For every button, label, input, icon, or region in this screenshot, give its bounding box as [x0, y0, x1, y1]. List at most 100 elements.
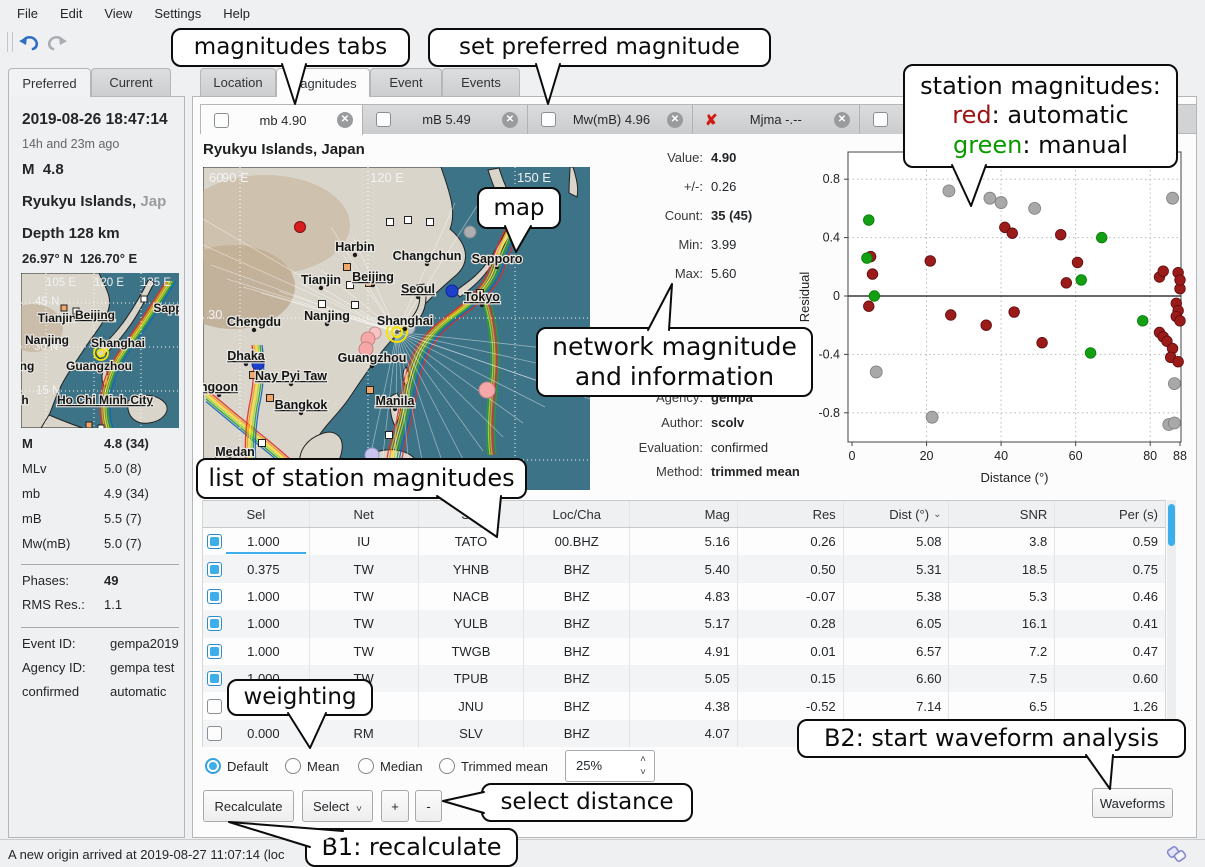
weighting-radio-median[interactable]: Median	[358, 758, 423, 774]
station-residual-point-unused[interactable]	[1167, 192, 1179, 204]
station-enabled-checkbox[interactable]	[207, 671, 222, 686]
menu-edit[interactable]: Edit	[49, 2, 93, 25]
cell-mag: 5.17	[630, 610, 738, 637]
menu-file[interactable]: File	[6, 2, 49, 25]
station-residual-point-unused[interactable]	[870, 366, 882, 378]
column-header-snr[interactable]: SNR	[949, 501, 1055, 527]
station-enabled-checkbox[interactable]	[207, 589, 222, 604]
tab-events[interactable]: Events	[442, 68, 520, 96]
tab-location[interactable]: Location	[200, 68, 276, 96]
magtab-mjma-[interactable]: ✘Mjma -.--✕	[693, 105, 860, 134]
magnitude-list-item[interactable]: MLv5.0 (8)	[22, 461, 47, 476]
map-city-label: Nay Pyi Taw	[255, 369, 327, 383]
station-residual-point-unused[interactable]	[926, 411, 938, 423]
station-enabled-checkbox[interactable]	[207, 562, 222, 577]
magtab-mw-mb-4-96[interactable]: Mw(mB) 4.96✕	[528, 105, 693, 134]
station-row-twgb[interactable]: 1.000TWTWGBBHZ4.910.016.577.20.47	[203, 638, 1165, 665]
station-residual-point-automatic[interactable]	[1158, 266, 1169, 277]
station-enabled-checkbox[interactable]	[207, 726, 222, 741]
tab-event[interactable]: Event	[370, 68, 442, 96]
column-header-mag[interactable]: Mag	[630, 501, 738, 527]
weighting-radio-trimmed-mean[interactable]: Trimmed mean	[439, 758, 548, 774]
magtab-mb-5-49[interactable]: mB 5.49✕	[363, 105, 528, 134]
magnitude-list-item[interactable]: mb4.9 (34)	[22, 486, 40, 501]
weighting-radio-mean[interactable]: Mean	[285, 758, 340, 774]
station-residual-point-unused[interactable]	[1168, 417, 1180, 429]
tab-preferred[interactable]: Preferred	[8, 68, 91, 97]
station-enabled-checkbox[interactable]	[207, 534, 222, 549]
column-header-res[interactable]: Res	[738, 501, 844, 527]
station-residual-point-unused[interactable]	[995, 197, 1007, 209]
tab-magnitudes[interactable]: Magnitudes	[276, 68, 370, 97]
close-icon[interactable]: ✕	[667, 112, 683, 128]
decrease-distance-button[interactable]: -	[415, 790, 442, 822]
column-header-loccha[interactable]: Loc/Cha	[524, 501, 630, 527]
tab-current[interactable]: Current	[91, 68, 171, 96]
magnitude-list-item[interactable]: M4.8 (34)	[22, 436, 33, 451]
table-scrollbar[interactable]	[1167, 500, 1176, 747]
table-scrollbar-thumb[interactable]	[1168, 504, 1175, 546]
toolbar-grip[interactable]	[7, 32, 13, 52]
close-icon[interactable]: ✕	[834, 112, 850, 128]
preferred-magnitude-checkbox[interactable]	[873, 112, 888, 127]
station-residual-point-unused[interactable]	[1029, 202, 1041, 214]
station-residual-point-manual[interactable]	[863, 215, 874, 226]
column-header-pers[interactable]: Per (s)	[1055, 501, 1165, 527]
station-residual-point-automatic[interactable]	[1175, 275, 1186, 286]
preferred-magnitude-checkbox[interactable]	[541, 112, 556, 127]
station-residual-point-automatic[interactable]	[925, 256, 936, 267]
station-residual-point-automatic[interactable]	[1175, 316, 1186, 327]
station-residual-point-manual[interactable]	[1137, 316, 1148, 327]
menu-view[interactable]: View	[93, 2, 143, 25]
station-enabled-checkbox[interactable]	[207, 644, 222, 659]
station-residual-point-automatic[interactable]	[1072, 257, 1083, 268]
station-residual-point-manual[interactable]	[869, 291, 880, 302]
station-residual-point-manual[interactable]	[862, 253, 873, 264]
trim-percent-spinner[interactable]: 25% ˄˅	[565, 750, 655, 782]
undo-button[interactable]	[16, 29, 42, 55]
station-enabled-checkbox[interactable]	[207, 699, 222, 714]
increase-distance-button[interactable]: +	[381, 790, 409, 822]
magtab-mb-4-90[interactable]: mb 4.90✕	[201, 105, 363, 135]
menu-help[interactable]: Help	[212, 2, 261, 25]
station-residual-point-automatic[interactable]	[863, 301, 874, 312]
column-header-dist[interactable]: Dist (°)⌄	[844, 501, 950, 527]
spinner-arrows[interactable]: ˄˅	[640, 753, 646, 779]
recalculate-button[interactable]: Recalculate	[203, 790, 294, 822]
station-residual-point-manual[interactable]	[1076, 275, 1087, 286]
station-residual-point-automatic[interactable]	[1055, 229, 1066, 240]
residual-plot[interactable]: 0.80.40-0.4-0.802040608088ResidualDistan…	[795, 140, 1197, 497]
menu-settings[interactable]: Settings	[143, 2, 212, 25]
station-residual-point-automatic[interactable]	[867, 269, 878, 280]
station-residual-point-unused[interactable]	[943, 185, 955, 197]
station-residual-point-unused[interactable]	[984, 192, 996, 204]
station-row-nacb[interactable]: 1.000TWNACBBHZ4.83-0.075.385.30.46	[203, 583, 1165, 610]
station-residual-point-manual[interactable]	[1085, 348, 1096, 359]
magnitude-list-item[interactable]: mB5.5 (7)	[22, 511, 42, 526]
preferred-magnitude-checkbox[interactable]	[376, 112, 391, 127]
weighting-radio-default[interactable]: Default	[205, 758, 268, 774]
station-residual-point-automatic[interactable]	[1009, 307, 1020, 318]
station-residual-point-unused[interactable]	[1168, 378, 1180, 390]
station-residual-point-automatic[interactable]	[981, 320, 992, 331]
station-row-tato[interactable]: 1.000IUTATO00.BHZ5.160.265.083.80.59	[203, 528, 1165, 555]
station-row-yulb[interactable]: 1.000TWYULBBHZ5.170.286.0516.10.41	[203, 610, 1165, 637]
station-residual-point-automatic[interactable]	[1061, 278, 1072, 289]
preferred-magnitude-checkbox[interactable]	[214, 113, 229, 128]
station-residual-point-automatic[interactable]	[1007, 228, 1018, 239]
column-header-net[interactable]: Net	[310, 501, 419, 527]
column-header-sel[interactable]: Sel	[203, 501, 310, 527]
close-icon[interactable]: ✕	[337, 112, 353, 128]
column-header-sta[interactable]: Sta	[419, 501, 525, 527]
station-enabled-checkbox[interactable]	[207, 616, 222, 631]
station-row-yhnb[interactable]: 0.375TWYHNBBHZ5.400.505.3118.50.75	[203, 555, 1165, 582]
magnitude-list-item[interactable]: Mw(mB)5.0 (7)	[22, 536, 70, 551]
station-residual-point-automatic[interactable]	[945, 310, 956, 321]
redo-button[interactable]	[44, 29, 70, 55]
waveforms-button[interactable]: Waveforms	[1092, 788, 1173, 818]
select-dropdown-button[interactable]: Select ˅	[302, 790, 373, 822]
station-residual-point-manual[interactable]	[1096, 232, 1107, 243]
close-icon[interactable]: ✕	[502, 112, 518, 128]
station-residual-point-automatic[interactable]	[1173, 356, 1184, 367]
station-residual-point-automatic[interactable]	[1037, 337, 1048, 348]
